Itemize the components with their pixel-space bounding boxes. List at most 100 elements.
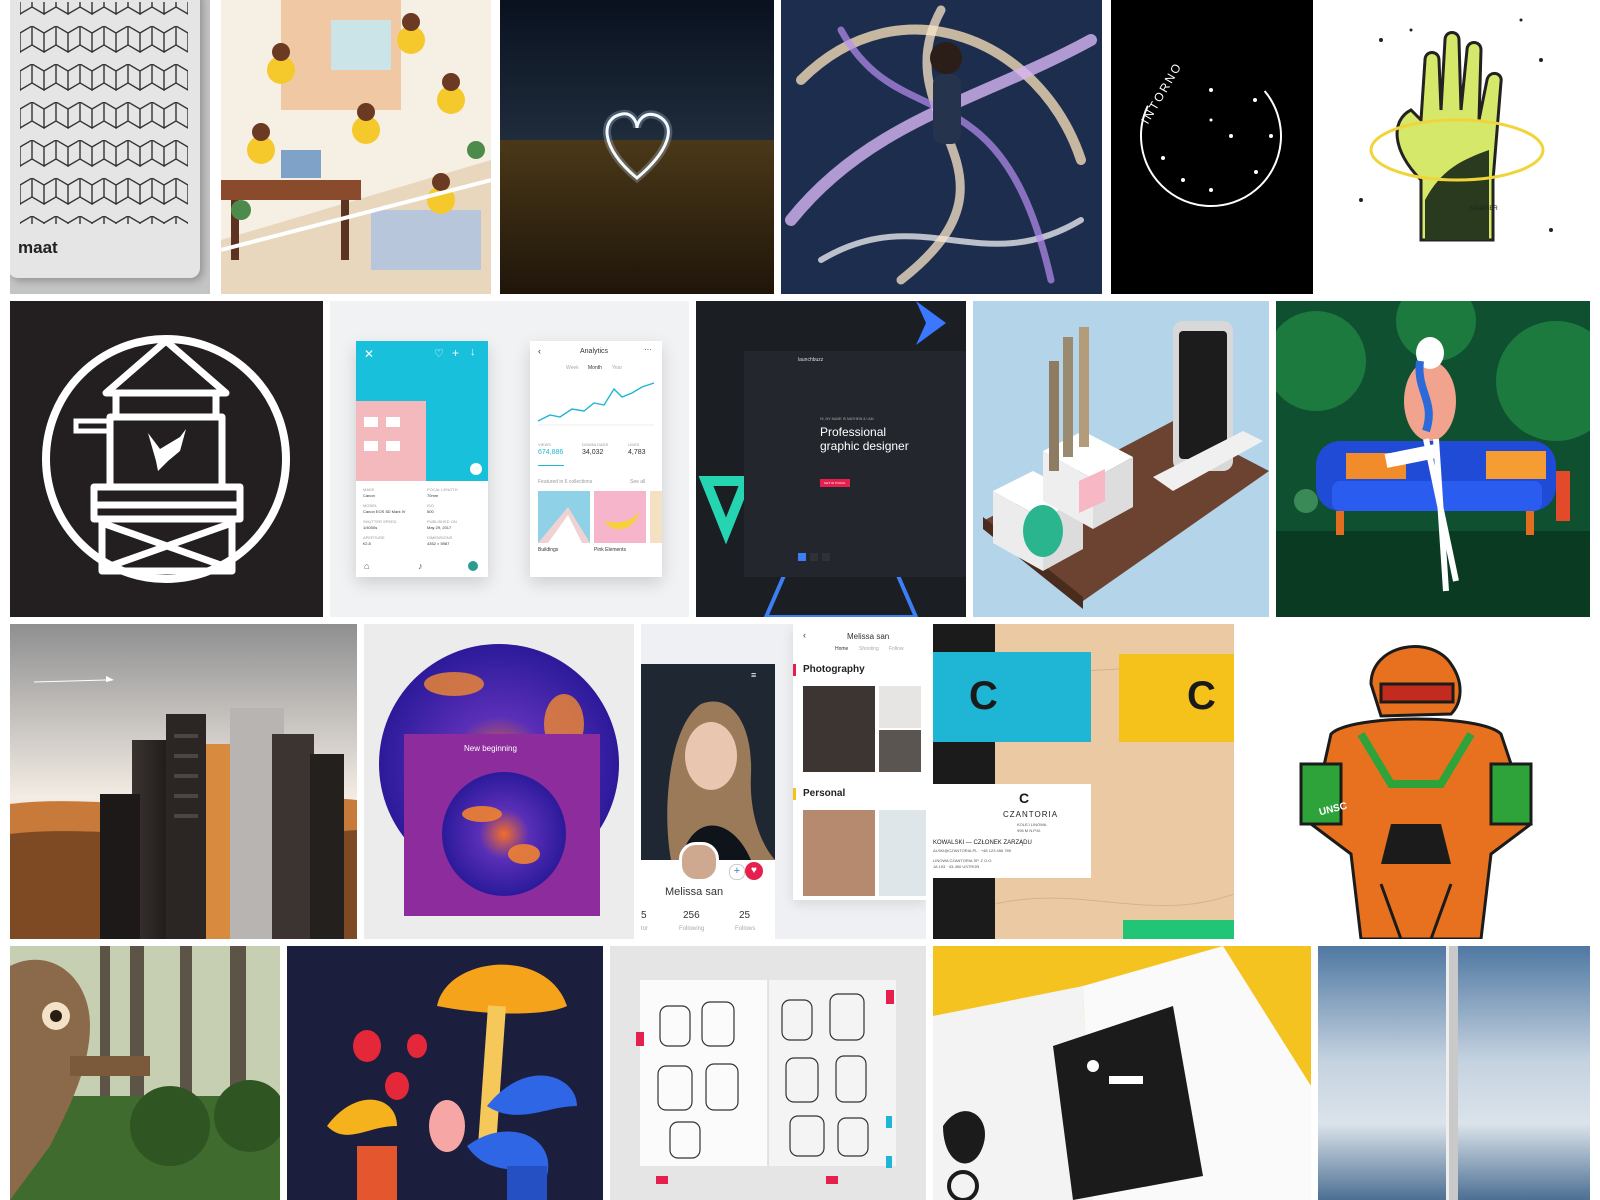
tile-album-cover[interactable]: New beginning <box>364 624 634 939</box>
personal-thumb-2[interactable] <box>879 810 926 896</box>
tab-week[interactable]: Week <box>566 365 579 371</box>
tile-czantoria-cards[interactable]: C C C CZANTORIA KOLEJ LINOWA 996 M N.P.M… <box>933 624 1234 939</box>
tile-light-heart-photo[interactable] <box>500 0 774 294</box>
model-value: Canon EOS 5D Mark IV <box>363 509 406 514</box>
launchbuzz-logo: launchbuzz <box>798 357 824 363</box>
panel-title: Melissa san <box>847 632 890 641</box>
czantoria-sub1: KOLEJ LINOWA <box>1017 822 1047 827</box>
tab-home[interactable]: Home <box>835 646 848 652</box>
profile-card: ≡ + ♥ Melissa san 5 tor 256 Following 25… <box>641 664 775 939</box>
illustration <box>1276 301 1590 617</box>
illustration <box>221 0 491 294</box>
add-icon[interactable]: + <box>452 346 459 360</box>
tile-strawberry-illustration[interactable] <box>287 946 603 1200</box>
section-photography: Photography <box>803 664 865 675</box>
illustration <box>1359 18 1553 242</box>
heart-icon[interactable]: ♡ <box>434 347 444 360</box>
close-icon[interactable]: ✕ <box>364 347 374 361</box>
czantoria-brand: CZANTORIA <box>1003 810 1059 819</box>
focal-value: 70mm <box>427 493 439 498</box>
tab-follow[interactable]: Follow <box>889 646 903 652</box>
photo <box>973 301 1269 617</box>
stat-follows-value: 25 <box>739 910 751 921</box>
czantoria-sub2: 996 M N.P.M. <box>1017 828 1041 833</box>
czantoria-email: ALSKI@CZANTORIA.PL · +48 123 456 789 <box>933 848 1011 853</box>
make-value: Canon <box>363 493 375 498</box>
back-icon[interactable]: ‹ <box>803 630 806 640</box>
illustration <box>287 946 603 1200</box>
avatar[interactable] <box>468 561 478 571</box>
photography-thumb-1[interactable] <box>803 686 875 772</box>
circle-logo-icon <box>1140 65 1282 207</box>
tab-year[interactable]: Year <box>612 365 622 371</box>
dimensions-value: 4352 × 5987 <box>427 541 450 546</box>
tile-intorno-logo[interactable]: INTORNO <box>1111 0 1313 294</box>
active-indicator <box>538 465 564 466</box>
tab-shooting[interactable]: Shooting <box>859 646 879 652</box>
photo <box>500 0 774 294</box>
views-line-chart <box>537 382 655 426</box>
tile-maat-card[interactable]: maat <box>10 0 210 294</box>
like-heart-icon[interactable]: ♥ <box>745 862 763 880</box>
tile-analytics-app[interactable]: ✕ ♡ + ↓ MAKE Canon MODEL Canon EOS 5D Ma… <box>330 301 689 617</box>
tile-seascape-photo[interactable] <box>1318 946 1590 1200</box>
pattern-illustration <box>20 2 188 224</box>
headline-line1: Professional <box>820 425 887 439</box>
download-icon[interactable]: ↓ <box>470 346 476 358</box>
get-in-touch-button[interactable]: GET IN TOUCH <box>820 479 850 487</box>
card-cyan: C <box>933 652 1091 742</box>
photography-thumb-3[interactable] <box>879 730 921 772</box>
menu-icon[interactable]: ≡ <box>751 670 756 680</box>
back-icon[interactable]: ‹ <box>538 346 541 356</box>
avatar[interactable] <box>679 842 719 882</box>
maat-logo-text: maat <box>18 238 58 257</box>
cta-label: GET IN TOUCH <box>824 481 846 485</box>
collection-pink-image[interactable] <box>594 491 646 543</box>
tile-apartment-illustration[interactable] <box>221 0 491 294</box>
tile-armor-illustration[interactable]: UNSC <box>1241 624 1590 939</box>
stat-0-value: 5 <box>641 910 647 921</box>
photo-detail-screen: ✕ ♡ + ↓ MAKE Canon MODEL Canon EOS 5D Ma… <box>356 341 488 577</box>
c-logo-small-icon: C <box>1019 790 1030 806</box>
tile-couch-illustration[interactable] <box>1276 301 1590 617</box>
add-friend-icon[interactable]: + <box>729 864 745 880</box>
downloads-label: DOWNLOADS <box>582 442 609 447</box>
card-white: C CZANTORIA KOLEJ LINOWA 996 M N.P.M. KO… <box>933 784 1091 878</box>
photo <box>10 946 280 1200</box>
album-title: New beginning <box>464 744 517 753</box>
collection-third-image[interactable] <box>650 491 662 543</box>
tile-sketchbook-photo[interactable] <box>610 946 926 1200</box>
tile-city-skyline[interactable] <box>10 624 357 939</box>
published-value: May 29, 2017 <box>427 525 452 530</box>
analytics-screen: ‹ Analytics ··· Week Month Year VIEWS 67… <box>530 341 662 577</box>
home-icon[interactable]: ⌂ <box>364 561 369 571</box>
social-icon-in[interactable] <box>798 553 806 561</box>
tile-desk-organizer-photo[interactable] <box>973 301 1269 617</box>
social-icon-f[interactable] <box>810 553 818 561</box>
see-all-link[interactable]: See all <box>630 479 645 485</box>
collection-buildings-image[interactable] <box>538 491 590 543</box>
tile-book-photo[interactable] <box>933 946 1311 1200</box>
tab-month[interactable]: Month <box>588 365 602 371</box>
card-shape <box>10 0 200 278</box>
more-icon[interactable]: ··· <box>644 345 652 354</box>
collection-buildings-label: Buildings <box>538 547 559 553</box>
tile-wooden-troll-photo[interactable] <box>10 946 280 1200</box>
c-logo-icon: C <box>1187 674 1216 718</box>
tile-launchbuzz-website[interactable]: launchbuzz HI, MY NAME IS MATHEW & I AM … <box>696 301 966 617</box>
tile-profile-app[interactable]: ≡ + ♥ Melissa san 5 tor 256 Following 25… <box>641 624 926 939</box>
tile-tower-emblem[interactable] <box>10 301 323 617</box>
photography-thumb-2[interactable] <box>879 686 921 728</box>
illustration <box>1299 645 1533 939</box>
stat-0-label: tor <box>641 926 649 932</box>
photo <box>610 946 926 1200</box>
bell-icon[interactable]: ♪ <box>418 561 423 571</box>
personal-thumb-1[interactable] <box>803 810 875 896</box>
section-personal: Personal <box>803 788 846 799</box>
section-marker-photography <box>793 664 796 676</box>
social-icon-be[interactable] <box>822 553 830 561</box>
tile-light-painting-photo[interactable] <box>781 0 1102 294</box>
likes-value: 4,783 <box>628 449 646 456</box>
tile-glove-illustration[interactable]: SANASER <box>1321 0 1590 294</box>
photo <box>781 0 1102 294</box>
